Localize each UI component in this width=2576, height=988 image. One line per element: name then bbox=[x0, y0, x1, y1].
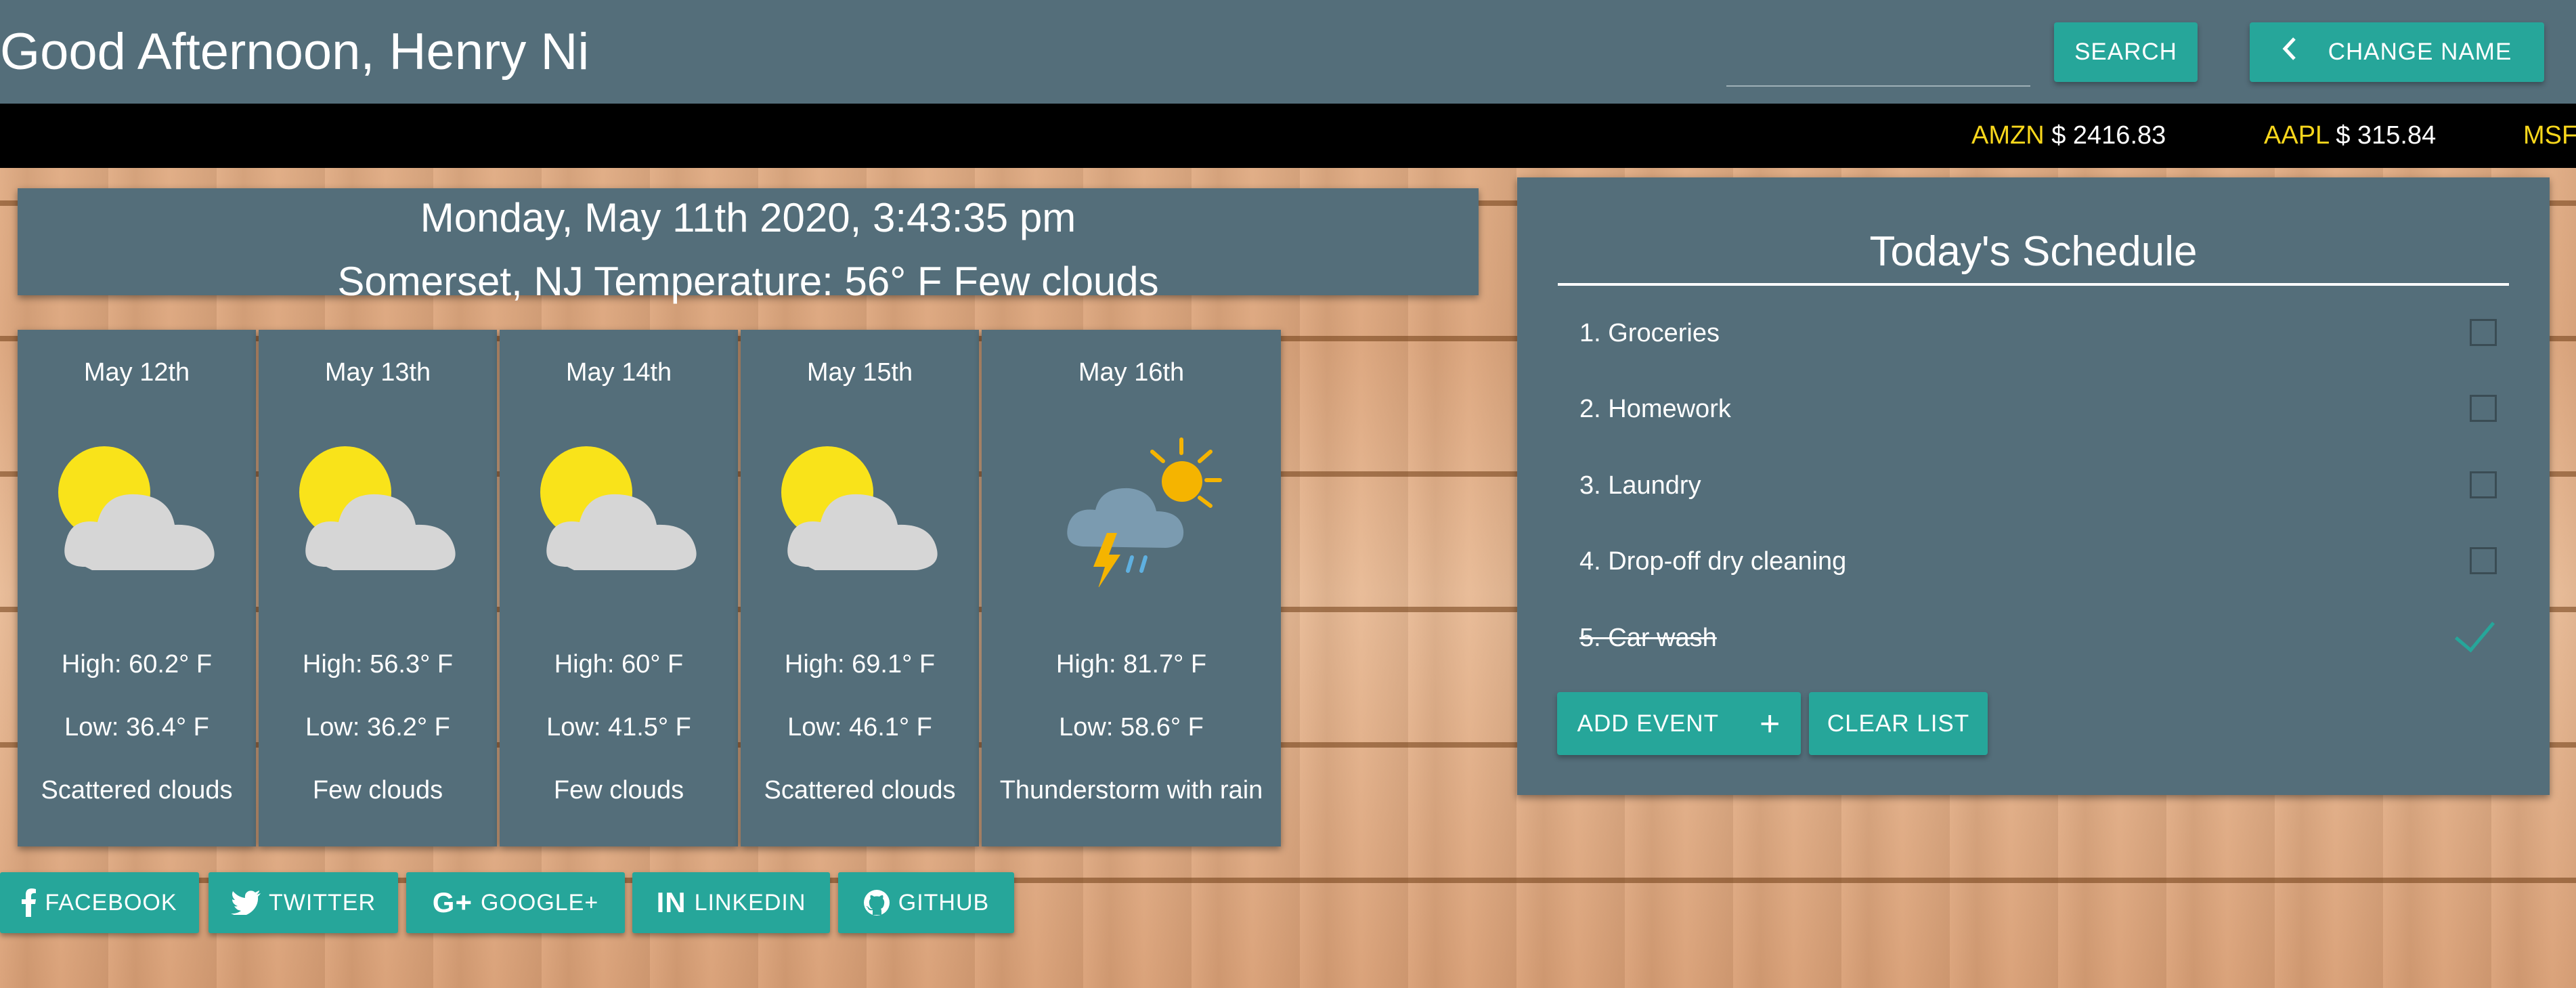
greeting-title: Good Afternoon, Henry Ni bbox=[0, 23, 590, 81]
schedule-divider bbox=[1558, 283, 2509, 286]
add-event-button[interactable]: ADD EVENT + bbox=[1557, 692, 1801, 755]
forecast-low: Low: 46.1° F bbox=[787, 713, 932, 742]
forecast-card: May 15th High: 69.1° F Low: 46.1° F Scat… bbox=[741, 330, 979, 846]
schedule-item: 3. Laundry bbox=[1579, 471, 1701, 500]
forecast-high: High: 60.2° F bbox=[61, 650, 213, 679]
ticker-symbol: MSFT bbox=[2523, 121, 2576, 150]
forecast-date: May 13th bbox=[324, 358, 431, 387]
schedule-item: 5. Car wash bbox=[1579, 624, 1717, 652]
thunderstorm-icon bbox=[982, 431, 1281, 588]
clear-list-button[interactable]: CLEAR LIST bbox=[1809, 692, 1988, 755]
forecast-date: May 15th bbox=[806, 358, 913, 387]
ticker-symbol: AMZN bbox=[1971, 121, 2045, 150]
forecast-low: Low: 36.2° F bbox=[305, 713, 450, 742]
forecast-description: Few clouds bbox=[553, 776, 684, 804]
schedule-item: 4. Drop-off dry cleaning bbox=[1579, 547, 1847, 576]
twitter-icon bbox=[230, 890, 261, 915]
partly-cloudy-icon bbox=[741, 431, 979, 587]
github-label: GITHUB bbox=[898, 889, 990, 916]
forecast-date: May 12th bbox=[83, 358, 190, 387]
chevron-left-icon bbox=[2282, 37, 2297, 68]
change-name-label: CHANGE NAME bbox=[2328, 39, 2512, 65]
twitter-button[interactable]: TWITTER bbox=[209, 872, 398, 933]
forecast-card: May 14th High: 60° F Low: 41.5° F Few cl… bbox=[500, 330, 738, 846]
ticker-price: $ 315.84 bbox=[2336, 121, 2437, 150]
facebook-button[interactable]: FACEBOOK bbox=[0, 872, 199, 933]
ticker-item: MSFT bbox=[2523, 104, 2576, 168]
forecast-description: Thunderstorm with rain bbox=[999, 776, 1263, 804]
schedule-item-checkbox[interactable] bbox=[2470, 547, 2497, 574]
forecast-description: Few clouds bbox=[312, 776, 443, 804]
search-input[interactable] bbox=[1726, 42, 2030, 87]
facebook-label: FACEBOOK bbox=[45, 889, 177, 916]
clear-list-label: CLEAR LIST bbox=[1827, 710, 1970, 737]
forecast-low: Low: 41.5° F bbox=[546, 713, 691, 742]
forecast-description: Scattered clouds bbox=[41, 776, 233, 804]
forecast-high: High: 81.7° F bbox=[1055, 650, 1207, 679]
forecast-card: May 13th High: 56.3° F Low: 36.2° F Few … bbox=[259, 330, 497, 846]
plus-icon: + bbox=[1759, 704, 1781, 744]
ticker-item: AMZN $ 2416.83 bbox=[1971, 104, 2166, 168]
schedule-title: Today's Schedule bbox=[1869, 228, 2198, 275]
ticker-price: $ 2416.83 bbox=[2051, 121, 2166, 150]
linkedin-button[interactable]: in LINKEDIN bbox=[632, 872, 830, 933]
forecast-card: May 16th High: 81.7° F Low: 58.6° F Thun… bbox=[982, 330, 1281, 846]
github-icon bbox=[863, 889, 890, 916]
search-button-label: SEARCH bbox=[2074, 39, 2177, 65]
search-button[interactable]: SEARCH bbox=[2054, 22, 2198, 82]
forecast-low: Low: 58.6° F bbox=[1059, 713, 1204, 742]
linkedin-label: LINKEDIN bbox=[694, 889, 806, 916]
schedule-item-checkbox[interactable] bbox=[2470, 471, 2497, 498]
add-event-label: ADD EVENT bbox=[1577, 710, 1719, 737]
google-plus-icon: G+ bbox=[432, 886, 473, 918]
forecast-high: High: 56.3° F bbox=[302, 650, 454, 679]
forecast-low: Low: 36.4° F bbox=[64, 713, 209, 742]
current-datetime: Monday, May 11th 2020, 3:43:35 pm bbox=[420, 195, 1076, 240]
twitter-label: TWITTER bbox=[268, 889, 376, 916]
github-button[interactable]: GITHUB bbox=[838, 872, 1014, 933]
partly-cloudy-icon bbox=[18, 431, 256, 587]
top-navbar: Good Afternoon, Henry Ni SEARCH CHANGE N… bbox=[0, 0, 2576, 104]
forecast-high: High: 60° F bbox=[554, 650, 684, 679]
forecast-description: Scattered clouds bbox=[764, 776, 956, 804]
schedule-item-checkbox[interactable] bbox=[2470, 319, 2497, 346]
current-temperature: Somerset, NJ Temperature: 56° F Few clou… bbox=[337, 259, 1159, 304]
google-plus-label: GOOGLE+ bbox=[480, 889, 599, 916]
linkedin-icon: in bbox=[656, 886, 686, 918]
change-name-button[interactable]: CHANGE NAME bbox=[2250, 22, 2544, 82]
partly-cloudy-icon bbox=[500, 431, 738, 587]
current-weather-panel: Monday, May 11th 2020, 3:43:35 pm Somers… bbox=[18, 188, 1479, 304]
ticker-symbol: AAPL bbox=[2264, 121, 2329, 150]
forecast-date: May 16th bbox=[1078, 358, 1185, 387]
facebook-icon bbox=[22, 888, 37, 917]
schedule-item-checkbox[interactable] bbox=[2470, 395, 2497, 422]
forecast-high: High: 69.1° F bbox=[784, 650, 936, 679]
partly-cloudy-icon bbox=[259, 431, 497, 587]
forecast-date: May 14th bbox=[565, 358, 672, 387]
schedule-item: 1. Groceries bbox=[1579, 319, 1720, 347]
google-plus-button[interactable]: G+ GOOGLE+ bbox=[406, 872, 625, 933]
stock-ticker: AMZN $ 2416.83 AAPL $ 315.84 MSFT bbox=[0, 104, 2576, 168]
ticker-item: AAPL $ 315.84 bbox=[2264, 104, 2436, 168]
schedule-item: 2. Homework bbox=[1579, 395, 1731, 423]
forecast-card: May 12th High: 60.2° F Low: 36.4° F Scat… bbox=[18, 330, 256, 846]
